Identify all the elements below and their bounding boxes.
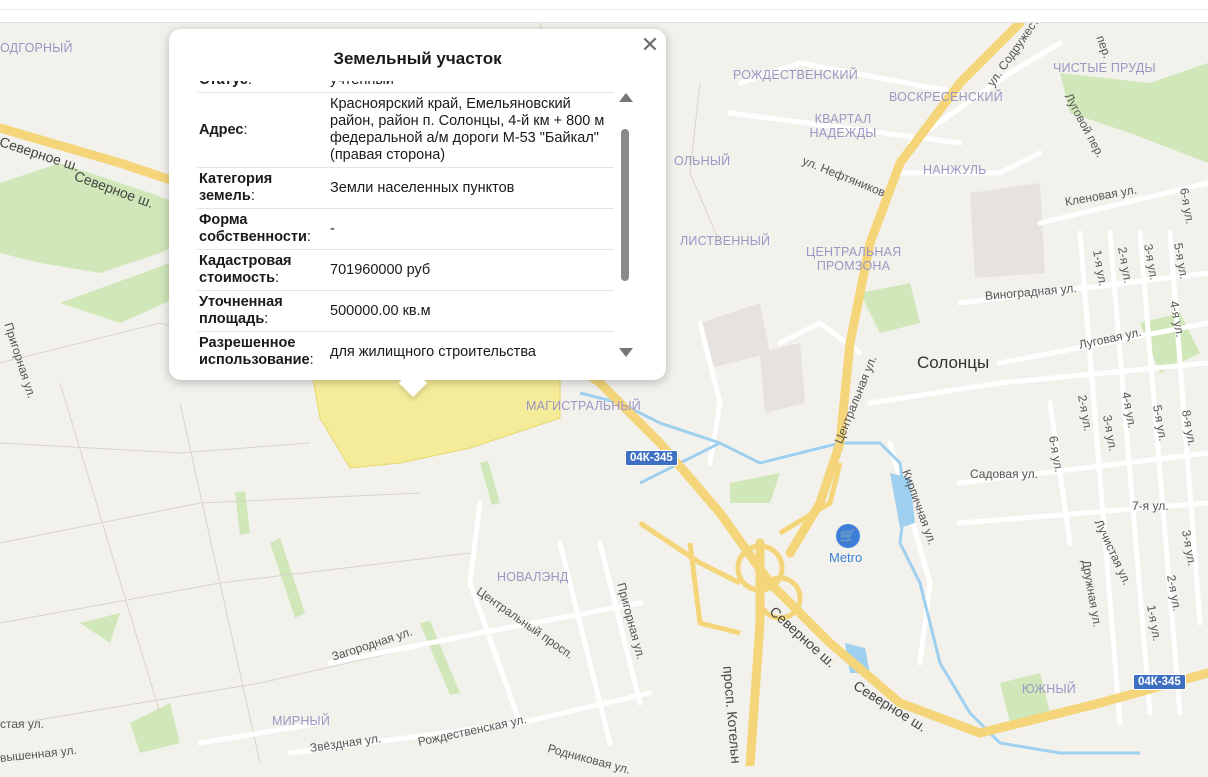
district-label: ЮЖНЫЙ xyxy=(1022,682,1076,696)
street-label: 7-я ул. xyxy=(1132,499,1169,513)
scroll-down-arrow-icon[interactable] xyxy=(619,348,633,357)
popup-scroll-area[interactable]: Статус:учтенный Адрес: Красноярский край, … xyxy=(197,81,614,364)
parcel-info-popup: Земельный участок ✕ Статус:учтенныйАдрес… xyxy=(169,29,666,398)
district-label: ОЛЬНЫЙ xyxy=(674,154,731,168)
top-toolbar xyxy=(0,0,1208,23)
poi-label[interactable]: Metro xyxy=(829,550,862,565)
district-label: КВАРТАЛ НАДЕЖДЫ xyxy=(809,112,877,140)
scrollbar-thumb[interactable] xyxy=(621,129,629,281)
shopping-cart-icon[interactable]: 🛒 xyxy=(836,524,860,548)
attribute-row: Адрес: Красноярский край, Емельяновский р… xyxy=(197,93,614,168)
district-label: ЛИСТВЕННЫЙ xyxy=(680,234,771,248)
attribute-key: Категория земель: xyxy=(199,171,273,204)
attribute-row: Статус:учтенный xyxy=(197,81,614,93)
attribute-value: 701960000 руб xyxy=(330,261,431,278)
land-parcel-polygon xyxy=(311,372,561,469)
road-shield: 04К-345 xyxy=(1133,674,1186,690)
district-label: ОДГОРНЫЙ xyxy=(0,41,73,55)
attribute-key-text: Уточненная площадь xyxy=(199,294,283,327)
district-label: РОЖДЕСТВЕНСКИЙ xyxy=(733,68,858,82)
attribute-key: Статус: xyxy=(197,81,330,92)
attribute-key: Кадастровая стоимость: xyxy=(199,253,292,286)
attribute-value: 500000.00 кв.м xyxy=(330,302,431,319)
attribute-key: Разрешенное использование: xyxy=(197,332,330,364)
attribute-key-text: Статус xyxy=(199,81,248,88)
street-label: стая ул. xyxy=(0,717,44,731)
attribute-key-text: Категория земель xyxy=(199,171,273,204)
attribute-key-text: Форма собственности xyxy=(199,212,307,245)
attribute-value: Красноярский край, Емельяновский район, … xyxy=(330,96,605,163)
attribute-row: Уточненная площадь: 500000.00 кв.м xyxy=(197,291,614,332)
attribute-key: Адрес: xyxy=(199,121,248,138)
attribute-key-text: Разрешенное использование xyxy=(199,335,310,364)
attribute-key-text: Адрес xyxy=(199,121,244,138)
district-label: МАГИСТРАЛЬНЫЙ xyxy=(526,399,641,413)
district-label: ВОСКРЕСЕНСКИЙ xyxy=(889,90,1003,104)
attribute-value: - xyxy=(330,220,335,237)
close-icon[interactable]: ✕ xyxy=(640,34,660,56)
district-label: ЧИСТЫЕ ПРУДЫ xyxy=(1053,61,1156,75)
attribute-row: Форма собственности: - xyxy=(197,209,614,250)
attribute-table: Статус:учтенный Адрес: Красноярский край, … xyxy=(197,81,614,364)
attribute-row: Категория земель: Земли населенных пункто… xyxy=(197,168,614,209)
attribute-value: учтенный xyxy=(330,81,614,92)
attribute-key: Уточненная площадь: xyxy=(199,294,283,327)
scrollbar[interactable] xyxy=(619,107,630,343)
popup-title: Земельный участок xyxy=(333,49,502,68)
attribute-value: для жилищного строительства xyxy=(330,343,536,360)
street-label: Садовая ул. xyxy=(970,467,1038,481)
town-label: Солонцы xyxy=(917,353,990,372)
road-shield: 04К-345 xyxy=(625,450,678,466)
district-label: НОВАЛЭНД xyxy=(497,570,569,584)
scroll-up-arrow-icon[interactable] xyxy=(619,93,633,102)
attribute-key: Форма собственности: xyxy=(199,212,311,245)
attribute-value: Земли населенных пунктов xyxy=(330,179,515,196)
attribute-row: Разрешенное использование: для жилищного … xyxy=(197,332,614,364)
district-label: НАНЖУЛЬ xyxy=(923,163,987,177)
district-label: МИРНЫЙ xyxy=(272,714,331,728)
attribute-row: Кадастровая стоимость: 701960000 руб xyxy=(197,250,614,291)
district-label: ЦЕНТРАЛЬНАЯ ПРОМЗОНА xyxy=(806,245,902,273)
